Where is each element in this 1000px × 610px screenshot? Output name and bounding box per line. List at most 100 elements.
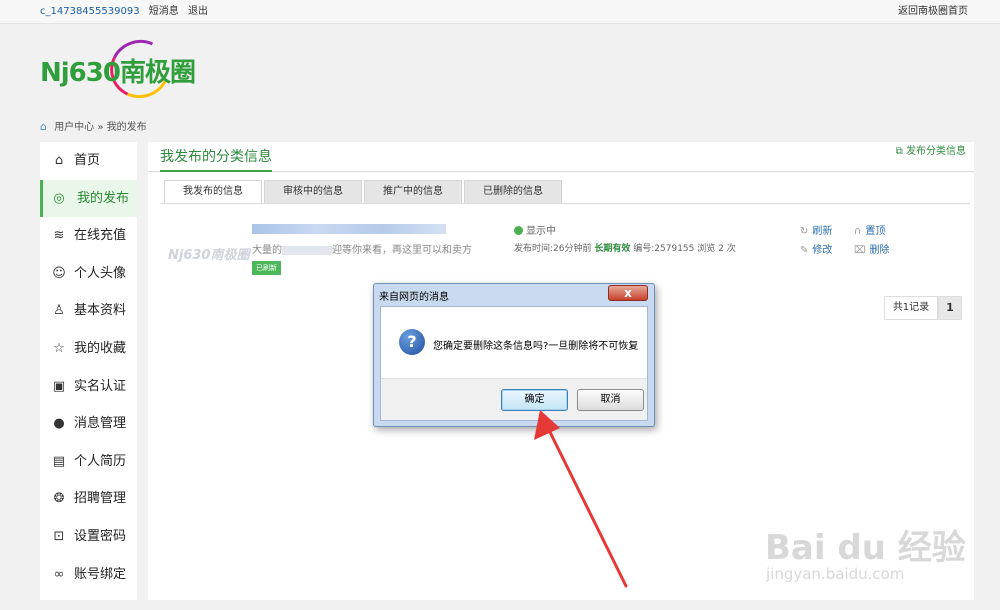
status-dot-icon	[514, 226, 523, 235]
messages-link[interactable]: 短消息	[149, 6, 179, 17]
sidebar-item[interactable]: ☺ 个人头像	[40, 255, 137, 293]
sidebar-item[interactable]: ≋ 在线充值	[40, 217, 137, 255]
dialog-close-button[interactable]: x	[608, 285, 648, 301]
edit-icon: ✎	[800, 245, 809, 256]
cancel-button[interactable]: 取消	[577, 389, 644, 411]
home-link[interactable]: 返回南极圈首页	[898, 0, 968, 24]
sidebar-item[interactable]: ♙ 基本资料	[40, 292, 137, 330]
breadcrumb-home[interactable]: 用户中心	[54, 122, 94, 133]
sidebar-item[interactable]: ⊡ 设置密码	[40, 518, 137, 556]
avatar-icon: ☺	[52, 265, 66, 281]
sidebar-item[interactable]: ◎ 我的发布	[40, 179, 137, 218]
sidebar-item[interactable]: ▣ 实名认证	[40, 368, 137, 406]
item-description: 大量的 迎等你来看，再这里可以和卖方	[252, 241, 472, 256]
pin-label: 置顶	[865, 226, 886, 237]
logo-text: Nj630南极圈	[40, 58, 196, 88]
refresh-button[interactable]: ↻ 刷新	[800, 222, 832, 237]
pin-icon: ∩	[854, 226, 862, 237]
sidebar-item-label: 我的收藏	[74, 340, 127, 356]
sidebar-item[interactable]: ∞ 账号绑定	[40, 556, 137, 594]
breadcrumb-current: 我的发布	[106, 122, 147, 133]
tab-reviewing[interactable]: 审核中的信息	[264, 180, 362, 204]
publish-icon: ⧉	[895, 146, 903, 157]
publish-info-link[interactable]: ⧉ 发布分类信息	[896, 142, 966, 157]
top-bar-left: c_14738455539093 短消息 退出	[40, 0, 214, 24]
sidebar-item[interactable]: ● 消息管理	[40, 405, 137, 443]
tab-divider	[160, 203, 970, 204]
logout-link[interactable]: 退出	[188, 6, 208, 17]
home-icon: ⌂	[40, 120, 47, 133]
recharge-icon: ≋	[53, 228, 65, 244]
status-indicator: 显示中	[514, 222, 556, 237]
delete-label: 删除	[869, 245, 890, 256]
site-logo[interactable]: Nj630南极圈	[40, 31, 230, 107]
baidu-watermark: Bai du 经验	[765, 528, 966, 568]
publish-icon: ◎	[53, 190, 65, 206]
sidebar-item-label: 实名认证	[74, 378, 127, 394]
meta-validity: 长期有效	[594, 244, 631, 254]
sidebar-item-label: 个人简历	[74, 453, 127, 469]
tab-my-posts[interactable]: 我发布的信息	[164, 180, 262, 204]
desc-end: 迎等你来看，再这里可以和卖方	[332, 245, 472, 256]
id-card-icon: ▣	[52, 378, 66, 394]
sidebar-item-label: 基本资料	[74, 303, 127, 319]
sidebar-item-label: 首页	[74, 153, 101, 168]
sidebar-item-label: 账号绑定	[74, 566, 127, 582]
trash-icon: ⌧	[854, 245, 866, 256]
list-item: Nj630南极圈 大量的 迎等你来看，再这里可以和卖方 已刷新 显示中 发布时间:…	[164, 214, 964, 294]
sidebar-item-label: 个人头像	[74, 265, 127, 281]
dialog-footer: 确定 取消	[381, 378, 647, 420]
star-icon: ☆	[53, 340, 65, 356]
dialog-title: 来自网页的消息	[379, 292, 449, 303]
home-icon: ⌂	[54, 153, 64, 168]
refreshed-badge: 已刷新	[252, 261, 281, 275]
meta-id-views: 编号:2579155 浏览 2 次	[633, 244, 736, 254]
question-icon: ?	[399, 329, 425, 355]
record-count: 共1记录	[884, 296, 938, 320]
item-title-blurred[interactable]	[252, 224, 446, 234]
breadcrumb: ⌂ 用户中心 » 我的发布	[40, 118, 147, 133]
tab-deleted[interactable]: 已删除的信息	[464, 180, 562, 204]
desc-start: 大量的	[252, 245, 282, 256]
sidebar-item[interactable]: ⌂ 首页	[40, 142, 137, 180]
edit-button[interactable]: ✎ 修改	[800, 241, 832, 256]
sidebar-item-label: 在线充值	[74, 228, 127, 244]
delete-button[interactable]: ⌧ 删除	[854, 241, 890, 256]
status-text: 显示中	[526, 226, 556, 237]
dialog-message: 您确定要删除这条信息吗?一旦删除将不可恢复	[433, 341, 639, 352]
main-header: 我发布的分类信息 ⧉ 发布分类信息	[148, 142, 974, 172]
sidebar-item-label: 设置密码	[74, 528, 127, 544]
refresh-icon: ↻	[800, 226, 809, 237]
edit-label: 修改	[812, 245, 833, 256]
link-icon: ∞	[53, 566, 65, 582]
username-link[interactable]: c_14738455539093	[40, 6, 140, 17]
baidu-watermark-url: jingyan.baidu.com	[766, 565, 905, 583]
meta-time: 发布时间:26分钟前	[514, 244, 592, 254]
sidebar-item[interactable]: ☆ 我的收藏	[40, 330, 137, 368]
thumbnail-watermark: Nj630南极圈	[168, 248, 250, 263]
confirm-dialog: 来自网页的消息 x ? 您确定要删除这条信息吗?一旦删除将不可恢复 确定 取消	[373, 283, 655, 427]
sidebar-item[interactable]: ▤ 个人简历	[40, 443, 137, 481]
sidebar-item-label: 招聘管理	[74, 491, 127, 507]
resume-icon: ▤	[52, 453, 66, 469]
page-number[interactable]: 1	[938, 296, 962, 320]
sidebar-item[interactable]: ❂ 招聘管理	[40, 480, 137, 518]
dialog-body: ? 您确定要删除这条信息吗?一旦删除将不可恢复 确定 取消	[380, 306, 648, 421]
pin-top-button[interactable]: ∩ 置顶	[854, 222, 885, 237]
top-bar: c_14738455539093 短消息 退出 返回南极圈首页	[0, 0, 1000, 24]
refresh-label: 刷新	[812, 226, 833, 237]
desc-mask	[282, 245, 332, 255]
sidebar: ⌂ 首页 ◎ 我的发布 ≋ 在线充值 ☺ 个人头像 ♙ 基本资料 ☆ 我的收藏 ▣ 实名认证 ● 消息管理 ▤ 个…	[40, 142, 137, 600]
ok-button[interactable]: 确定	[501, 389, 568, 411]
item-meta: 发布时间:26分钟前 长期有效 编号:2579155 浏览 2 次	[514, 241, 736, 254]
publish-info-label: 发布分类信息	[906, 146, 966, 157]
profile-icon: ♙	[53, 303, 65, 319]
sidebar-item-label: 我的发布	[77, 190, 130, 206]
lock-icon: ⊡	[53, 528, 65, 544]
message-icon: ●	[53, 416, 65, 432]
tab-promoting[interactable]: 推广中的信息	[364, 180, 462, 204]
breadcrumb-separator: »	[97, 122, 104, 133]
recruit-icon: ❂	[53, 491, 65, 507]
page-title: 我发布的分类信息	[160, 146, 272, 172]
sidebar-item-label: 消息管理	[74, 416, 127, 432]
